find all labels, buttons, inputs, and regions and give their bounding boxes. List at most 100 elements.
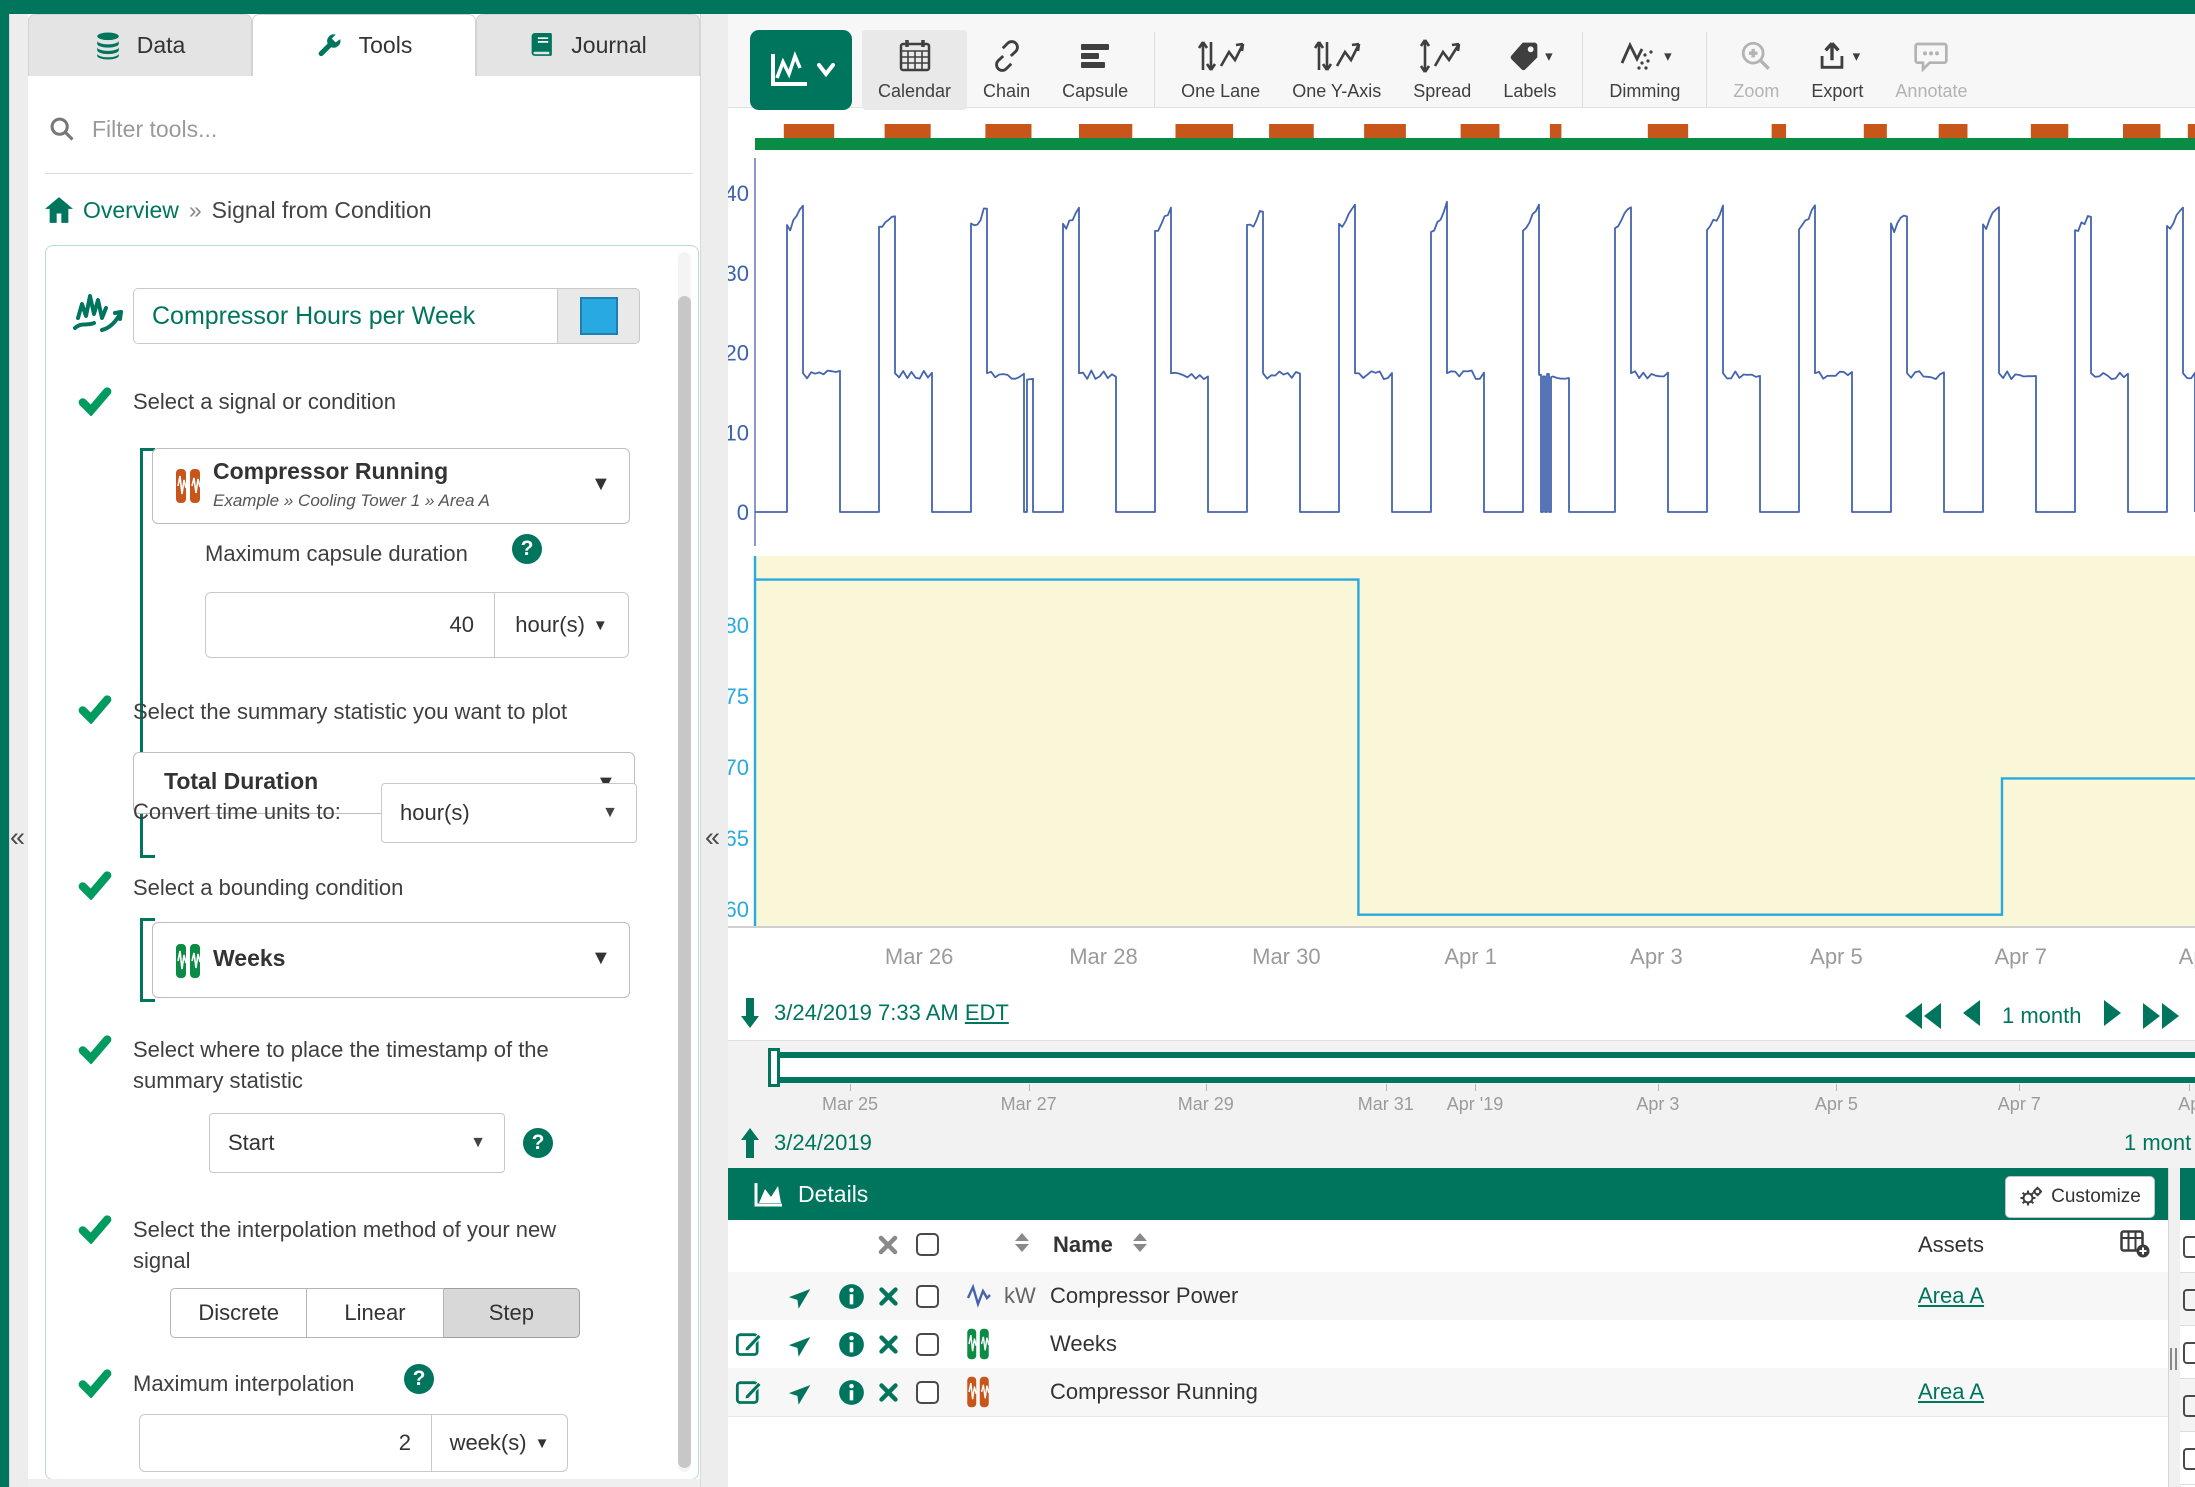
capsule-segment[interactable] xyxy=(885,124,931,138)
interpolation-discrete-button[interactable]: Discrete xyxy=(170,1288,307,1338)
customize-button[interactable]: Customize xyxy=(2005,1176,2155,1218)
rocket-icon[interactable] xyxy=(789,1379,815,1405)
step-back-fast-button[interactable] xyxy=(1905,1003,1941,1029)
timestamp-select[interactable]: Start ▼ xyxy=(209,1113,505,1173)
toolbar-button-chain[interactable]: Chain xyxy=(967,30,1046,110)
interpolation-step-button[interactable]: Step xyxy=(444,1288,580,1338)
capsule-segment[interactable] xyxy=(1939,124,1968,138)
capsule-segment[interactable] xyxy=(2031,124,2068,138)
tab-tools[interactable]: Tools xyxy=(252,14,476,76)
remove-all-icon[interactable] xyxy=(876,1233,900,1257)
toolbar-button-dimming[interactable]: ▾Dimming xyxy=(1593,30,1696,110)
capsule-segment[interactable] xyxy=(1079,124,1132,138)
toolbar-button-one-lane[interactable]: One Lane xyxy=(1165,30,1276,110)
condition-lane-bar[interactable] xyxy=(755,138,2195,150)
step-forward-fast-button[interactable] xyxy=(2143,1003,2179,1029)
capsule-segment[interactable] xyxy=(1648,124,1688,138)
tab-data[interactable]: Data xyxy=(28,14,252,76)
sort-icon[interactable] xyxy=(1133,1233,1147,1252)
step-forward-button[interactable] xyxy=(2104,1000,2121,1031)
timebar-tick xyxy=(2019,1084,2020,1091)
step-back-button[interactable] xyxy=(1963,1000,1980,1031)
investigate-duration-label[interactable]: 1 mont xyxy=(2124,1130,2195,1156)
range-start-datetime[interactable]: 3/24/2019 7:33 AM EDT xyxy=(774,1000,1009,1026)
home-icon[interactable] xyxy=(45,197,73,223)
name-column-header[interactable]: Name xyxy=(1053,1232,1113,1258)
filter-tools-input[interactable]: Filter tools... xyxy=(92,116,217,143)
toolbar-button-export[interactable]: ▾Export xyxy=(1795,30,1879,110)
compressor-power-chart[interactable]: 010203040 xyxy=(728,110,2195,550)
capsule-segment[interactable] xyxy=(985,124,1031,138)
convert-units-select[interactable]: hour(s) ▼ xyxy=(381,783,637,843)
item-name: Compressor Power xyxy=(1050,1283,1238,1309)
details-row-compressor-running[interactable]: Compressor RunningArea A xyxy=(728,1368,2168,1417)
sort-icon[interactable] xyxy=(1015,1233,1029,1252)
panel-resize-handle-icon[interactable] xyxy=(2170,1348,2178,1370)
breadcrumb-overview-link[interactable]: Overview xyxy=(83,197,179,224)
help-icon[interactable]: ? xyxy=(523,1128,553,1158)
select-all-checkbox[interactable] xyxy=(916,1233,939,1256)
max-interpolation-label: Maximum interpolation xyxy=(133,1368,354,1399)
toolbar-button-calendar[interactable]: Calendar xyxy=(862,30,967,110)
max-interpolation-input[interactable] xyxy=(139,1414,432,1472)
interpolation-unit-dropdown[interactable]: week(s) ▼ xyxy=(432,1414,568,1472)
remove-icon[interactable] xyxy=(878,1334,899,1355)
timezone-link[interactable]: EDT xyxy=(965,1000,1009,1025)
tool-name-input[interactable] xyxy=(133,288,557,344)
capsule-segment[interactable] xyxy=(2188,124,2195,138)
row-checkbox[interactable] xyxy=(916,1285,939,1308)
max-capsule-duration-input[interactable] xyxy=(205,592,495,658)
capsule-segment[interactable] xyxy=(784,124,834,138)
rocket-icon[interactable] xyxy=(789,1283,815,1309)
compressor-power-signal[interactable] xyxy=(755,202,2195,512)
capsule-segment[interactable] xyxy=(1364,124,1406,138)
capsule-segment[interactable] xyxy=(1269,124,1314,138)
investigate-start-date[interactable]: 3/24/2019 xyxy=(774,1130,872,1156)
help-icon[interactable]: ? xyxy=(512,534,542,564)
database-icon xyxy=(95,32,121,60)
asset-link[interactable]: Area A xyxy=(1918,1379,1984,1405)
tool-panel-scrollbar-thumb[interactable] xyxy=(678,296,691,1468)
rocket-icon[interactable] xyxy=(789,1331,815,1357)
range-duration-label[interactable]: 1 month xyxy=(2002,1003,2082,1029)
capsule-segment[interactable] xyxy=(1772,124,1786,138)
capsule-segment[interactable] xyxy=(1550,124,1562,138)
bounding-condition-dropdown[interactable]: Weeks ▼ xyxy=(152,922,630,998)
add-column-icon[interactable] xyxy=(2120,1230,2150,1258)
timebar-left-handle[interactable] xyxy=(768,1048,780,1087)
capsule-segment[interactable] xyxy=(1864,124,1887,138)
edit-icon[interactable] xyxy=(735,1378,763,1406)
duration-unit-dropdown[interactable]: hour(s) ▼ xyxy=(495,592,629,658)
interpolation-linear-button[interactable]: Linear xyxy=(307,1288,443,1338)
toolbar-button-labels[interactable]: ▾Labels xyxy=(1487,30,1572,110)
color-swatch-button[interactable] xyxy=(557,288,640,344)
info-icon[interactable] xyxy=(838,1331,865,1358)
asset-link[interactable]: Area A xyxy=(1918,1283,1984,1309)
toolbar-button-spread[interactable]: Spread xyxy=(1397,30,1487,110)
row-checkbox[interactable] xyxy=(916,1333,939,1356)
hours-per-week-chart[interactable]: 6065707580 xyxy=(728,550,2195,930)
capsule-segment[interactable] xyxy=(1461,124,1500,138)
toolbar-button-one-y-axis[interactable]: One Y-Axis xyxy=(1276,30,1397,110)
details-row-weeks[interactable]: Weeks xyxy=(728,1320,2168,1369)
collapse-left-panel-icon[interactable]: « xyxy=(10,824,25,851)
info-icon[interactable] xyxy=(838,1283,865,1310)
toolbar-button-capsule[interactable]: Capsule xyxy=(1046,30,1144,110)
details-row-compressor-power[interactable]: kWCompressor PowerArea A xyxy=(728,1272,2168,1321)
view-mode-button[interactable] xyxy=(750,30,852,110)
info-icon[interactable] xyxy=(838,1379,865,1406)
row-checkbox[interactable] xyxy=(916,1381,939,1404)
capsule-segment[interactable] xyxy=(1175,124,1233,138)
details-title: Details xyxy=(798,1181,868,1208)
timebar-tick-label: Mar 31 xyxy=(1358,1094,1414,1115)
capsule-segment[interactable] xyxy=(2123,124,2160,138)
condition-select-dropdown[interactable]: Compressor Running Example » Cooling Tow… xyxy=(152,448,630,524)
collapse-sidebar-icon[interactable]: « xyxy=(705,824,720,851)
remove-icon[interactable] xyxy=(878,1286,899,1307)
remove-icon[interactable] xyxy=(878,1382,899,1403)
tab-journal[interactable]: Journal xyxy=(476,14,700,76)
assets-column-header[interactable]: Assets xyxy=(1918,1232,1984,1258)
edit-icon[interactable] xyxy=(735,1330,763,1358)
timebar-range[interactable] xyxy=(772,1052,2195,1083)
help-icon[interactable]: ? xyxy=(404,1364,434,1394)
